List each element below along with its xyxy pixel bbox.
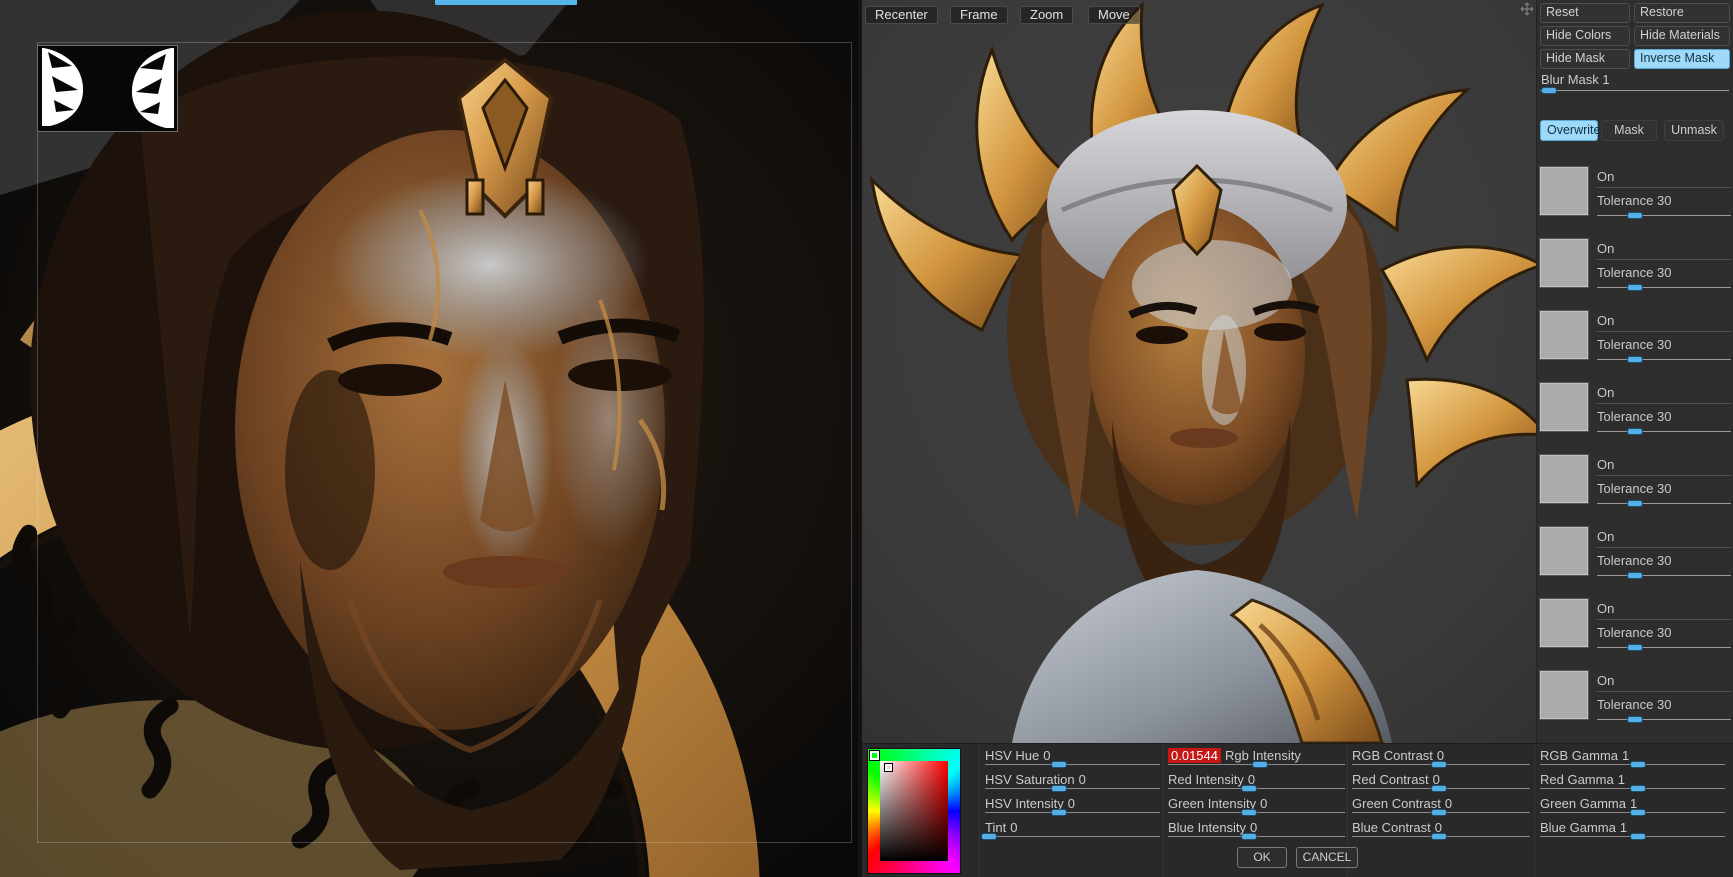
hsv-saturation-label: HSV Saturation 0 bbox=[985, 772, 1086, 787]
layer-on-toggle[interactable]: On bbox=[1597, 241, 1731, 260]
green-intensity-slider[interactable] bbox=[1168, 809, 1345, 816]
layer-color-swatch[interactable] bbox=[1539, 526, 1589, 576]
layer-tolerance-slider[interactable] bbox=[1597, 644, 1731, 651]
blue-intensity-slider[interactable] bbox=[1168, 833, 1345, 840]
hsv-hue-label: HSV Hue 0 bbox=[985, 748, 1051, 763]
layer-color-swatch[interactable] bbox=[1539, 454, 1589, 504]
layer-tolerance-label: Tolerance 30 bbox=[1597, 337, 1672, 352]
red-gamma-label: Red Gamma 1 bbox=[1540, 772, 1625, 787]
blue-contrast-label: Blue Contrast 0 bbox=[1352, 820, 1442, 835]
layer-color-swatch[interactable] bbox=[1539, 238, 1589, 288]
hide-mask-button[interactable]: Hide Mask bbox=[1540, 49, 1630, 69]
right-viewport-image bbox=[862, 0, 1536, 743]
layer-tolerance-label: Tolerance 30 bbox=[1597, 697, 1672, 712]
blue-gamma-label: Blue Gamma 1 bbox=[1540, 820, 1628, 835]
layer-tolerance-label: Tolerance 30 bbox=[1597, 193, 1672, 208]
cancel-button[interactable]: CANCEL bbox=[1296, 847, 1358, 868]
active-tab-indicator bbox=[435, 0, 577, 5]
layer-color-swatch[interactable] bbox=[1539, 310, 1589, 360]
sv-selector[interactable] bbox=[884, 763, 893, 772]
red-contrast-slider[interactable] bbox=[1352, 785, 1530, 792]
layer-tolerance-slider[interactable] bbox=[1597, 572, 1731, 579]
rgb-gamma-slider[interactable] bbox=[1540, 761, 1725, 768]
blur-mask-label: Blur Mask 1 bbox=[1541, 72, 1610, 87]
layer-tolerance-label: Tolerance 30 bbox=[1597, 409, 1672, 424]
rgb-intensity-label: 0.01544 Rgb Intensity bbox=[1168, 748, 1305, 763]
mask-preview-image bbox=[38, 46, 177, 131]
mask-layer-row: On Tolerance 30 bbox=[1539, 382, 1731, 437]
hsv-intensity-slider[interactable] bbox=[985, 809, 1160, 816]
rgb-contrast-label: RGB Contrast 0 bbox=[1352, 748, 1445, 763]
rgb-contrast-slider[interactable] bbox=[1352, 761, 1530, 768]
mask-layer-row: On Tolerance 30 bbox=[1539, 454, 1731, 509]
blue-contrast-slider[interactable] bbox=[1352, 833, 1530, 840]
mask-preview-thumbnail[interactable] bbox=[37, 45, 178, 132]
layer-color-swatch[interactable] bbox=[1539, 598, 1589, 648]
rgb-intensity-slider[interactable] bbox=[1168, 761, 1345, 768]
mask-layer-row: On Tolerance 30 bbox=[1539, 238, 1731, 293]
mask-layer-row: On Tolerance 30 bbox=[1539, 526, 1731, 581]
mask-layer-row: On Tolerance 30 bbox=[1539, 598, 1731, 653]
hue-selector[interactable] bbox=[869, 750, 880, 761]
color-adjustments-panel: HSV Hue 0 HSV Saturation 0 HSV Intensity 0 … bbox=[862, 743, 1733, 877]
green-contrast-slider[interactable] bbox=[1352, 809, 1530, 816]
layer-tolerance-slider[interactable] bbox=[1597, 356, 1731, 363]
layer-tolerance-slider[interactable] bbox=[1597, 428, 1731, 435]
layer-tolerance-slider[interactable] bbox=[1597, 716, 1731, 723]
tint-slider[interactable] bbox=[980, 833, 1160, 840]
hide-colors-button[interactable]: Hide Colors bbox=[1540, 26, 1630, 46]
right-viewport[interactable]: Recenter Frame Zoom Move bbox=[862, 0, 1536, 743]
layer-color-swatch[interactable] bbox=[1539, 382, 1589, 432]
red-contrast-label: Red Contrast 0 bbox=[1352, 772, 1440, 787]
blue-gamma-slider[interactable] bbox=[1540, 833, 1725, 840]
mask-layer-row: On Tolerance 30 bbox=[1539, 166, 1731, 221]
tab-mask[interactable]: Mask bbox=[1601, 120, 1657, 141]
layer-tolerance-slider[interactable] bbox=[1597, 500, 1731, 507]
tab-overwrite[interactable]: Overwrite bbox=[1540, 120, 1600, 141]
green-gamma-slider[interactable] bbox=[1540, 809, 1725, 816]
hsv-hue-slider[interactable] bbox=[985, 761, 1160, 768]
hsv-saturation-slider[interactable] bbox=[985, 785, 1160, 792]
zoom-button[interactable]: Zoom bbox=[1020, 6, 1074, 24]
mask-layer-row: On Tolerance 30 bbox=[1539, 670, 1731, 725]
frame-button[interactable]: Frame bbox=[950, 6, 1008, 24]
layer-tolerance-label: Tolerance 30 bbox=[1597, 553, 1672, 568]
green-gamma-label: Green Gamma 1 bbox=[1540, 796, 1638, 811]
rgb-gamma-label: RGB Gamma 1 bbox=[1540, 748, 1630, 763]
spotlight-editor-window: Recenter Frame Zoom Move Reset Restore H… bbox=[0, 0, 1733, 877]
layer-on-toggle[interactable]: On bbox=[1597, 169, 1731, 188]
reset-button[interactable]: Reset bbox=[1540, 3, 1630, 23]
layer-on-toggle[interactable]: On bbox=[1597, 673, 1731, 692]
hide-materials-button[interactable]: Hide Materials bbox=[1634, 26, 1730, 46]
ok-button[interactable]: OK bbox=[1237, 847, 1287, 868]
layer-tolerance-label: Tolerance 30 bbox=[1597, 625, 1672, 640]
left-viewport[interactable] bbox=[0, 0, 858, 877]
layer-tolerance-slider[interactable] bbox=[1597, 284, 1731, 291]
layer-color-swatch[interactable] bbox=[1539, 670, 1589, 720]
saturation-value-square[interactable] bbox=[880, 761, 948, 861]
color-picker[interactable] bbox=[867, 748, 961, 874]
layer-on-toggle[interactable]: On bbox=[1597, 457, 1731, 476]
blur-mask-slider[interactable] bbox=[1540, 87, 1729, 94]
mask-layer-row: On Tolerance 30 bbox=[1539, 310, 1731, 365]
inverse-mask-button[interactable]: Inverse Mask bbox=[1634, 49, 1730, 69]
move-cursor-icon bbox=[1520, 2, 1534, 16]
mask-settings-panel: Reset Restore Hide Colors Hide Materials… bbox=[1536, 0, 1733, 743]
layer-on-toggle[interactable]: On bbox=[1597, 313, 1731, 332]
layer-tolerance-slider[interactable] bbox=[1597, 212, 1731, 219]
layer-on-toggle[interactable]: On bbox=[1597, 601, 1731, 620]
restore-button[interactable]: Restore bbox=[1634, 3, 1730, 23]
red-intensity-slider[interactable] bbox=[1168, 785, 1345, 792]
red-gamma-slider[interactable] bbox=[1540, 785, 1725, 792]
right-area: Recenter Frame Zoom Move Reset Restore H… bbox=[862, 0, 1733, 877]
layer-on-toggle[interactable]: On bbox=[1597, 529, 1731, 548]
layer-tolerance-label: Tolerance 30 bbox=[1597, 265, 1672, 280]
layer-tolerance-label: Tolerance 30 bbox=[1597, 481, 1672, 496]
move-button[interactable]: Move bbox=[1088, 6, 1140, 24]
layer-on-toggle[interactable]: On bbox=[1597, 385, 1731, 404]
recenter-button[interactable]: Recenter bbox=[865, 6, 938, 24]
tab-unmask[interactable]: Unmask bbox=[1664, 120, 1724, 141]
layer-color-swatch[interactable] bbox=[1539, 166, 1589, 216]
